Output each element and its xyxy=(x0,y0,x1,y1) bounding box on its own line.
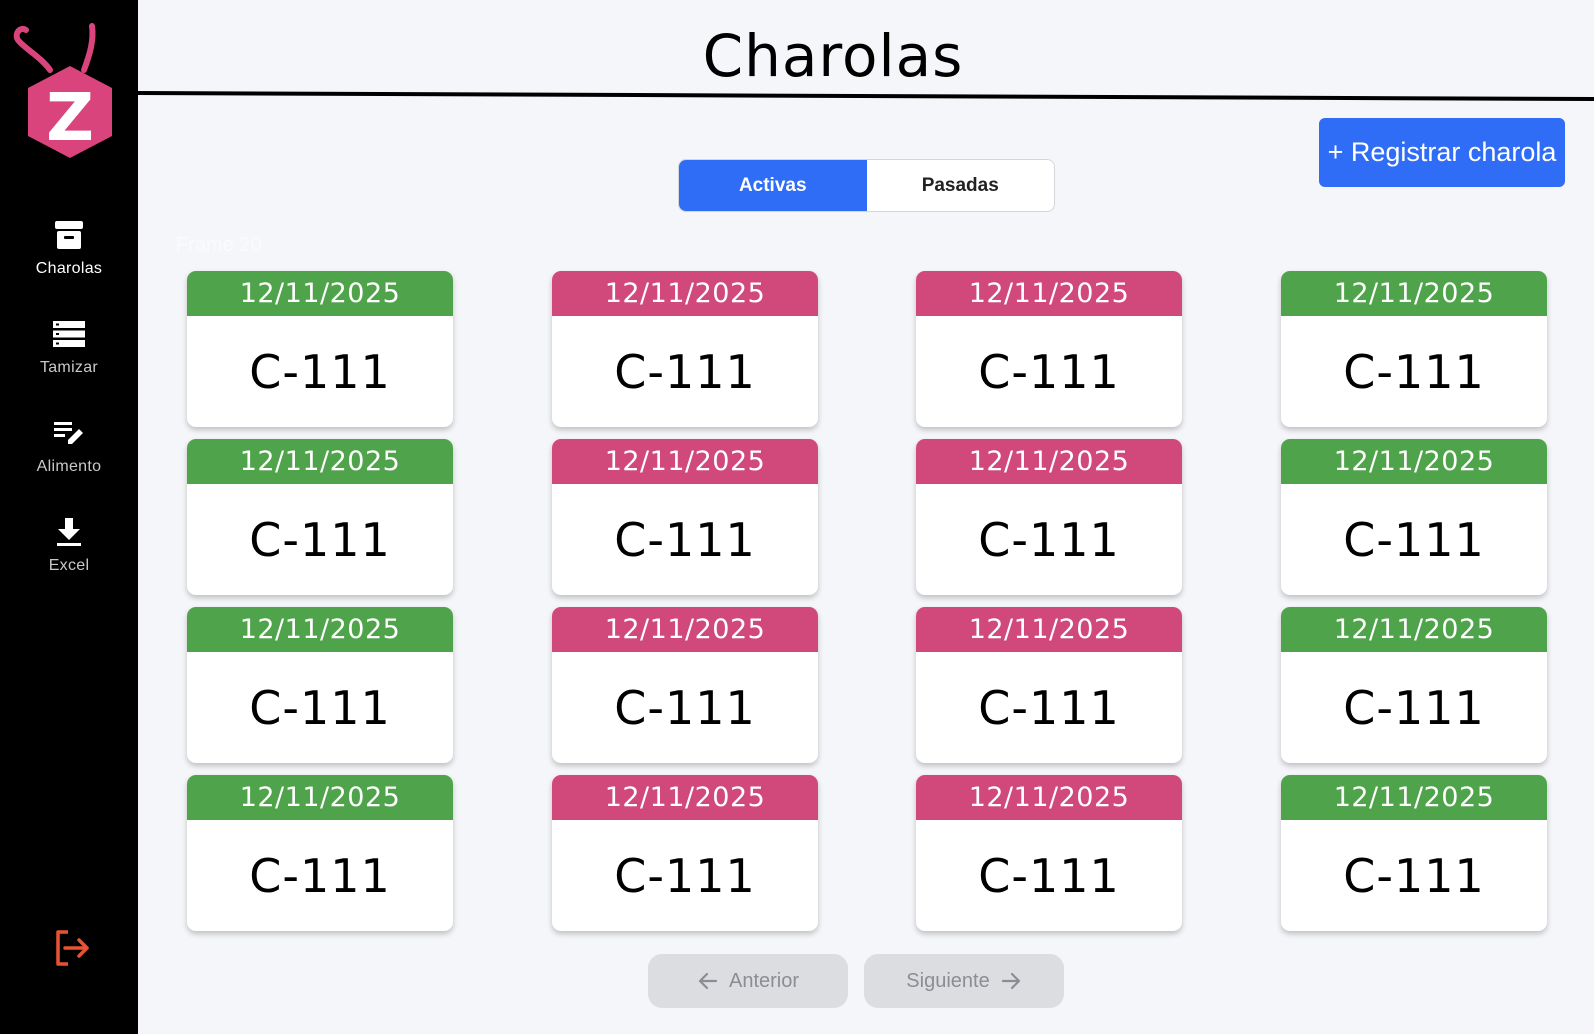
arrow-left-icon xyxy=(698,972,718,990)
card-date: 12/11/2025 xyxy=(187,271,453,316)
card-code: C-111 xyxy=(249,848,391,903)
charola-card[interactable]: 12/11/2025 C-111 xyxy=(552,607,818,763)
charola-card[interactable]: 12/11/2025 C-111 xyxy=(187,439,453,595)
charola-card[interactable]: 12/11/2025 C-111 xyxy=(187,775,453,931)
card-date: 12/11/2025 xyxy=(1281,775,1547,820)
charola-card[interactable]: 12/11/2025 C-111 xyxy=(552,439,818,595)
charola-card[interactable]: 12/11/2025 C-111 xyxy=(916,439,1182,595)
card-code: C-111 xyxy=(249,680,391,735)
card-date: 12/11/2025 xyxy=(552,775,818,820)
card-date: 12/11/2025 xyxy=(916,607,1182,652)
download-icon xyxy=(52,515,86,549)
sidebar: Z Charolas Tamizar Alimento Excel xyxy=(0,0,138,1034)
card-code: C-111 xyxy=(978,848,1120,903)
sidebar-item-excel[interactable]: Excel xyxy=(0,515,138,595)
archive-box-icon xyxy=(52,218,86,252)
card-code: C-111 xyxy=(1343,848,1485,903)
sidebar-item-alimento[interactable]: Alimento xyxy=(0,416,138,496)
card-date: 12/11/2025 xyxy=(552,271,818,316)
card-date: 12/11/2025 xyxy=(552,607,818,652)
title-divider xyxy=(138,91,1594,101)
charola-card[interactable]: 12/11/2025 C-111 xyxy=(1281,439,1547,595)
card-date: 12/11/2025 xyxy=(552,439,818,484)
card-date: 12/11/2025 xyxy=(1281,439,1547,484)
card-date: 12/11/2025 xyxy=(187,439,453,484)
card-code: C-111 xyxy=(249,512,391,567)
tab-activas[interactable]: Activas xyxy=(679,160,867,211)
page-title: Charolas xyxy=(702,22,964,90)
card-code: C-111 xyxy=(1343,512,1485,567)
sidebar-item-tamizar[interactable]: Tamizar xyxy=(0,317,138,397)
charola-card[interactable]: 12/11/2025 C-111 xyxy=(552,775,818,931)
register-charola-button[interactable]: + Registrar charola xyxy=(1319,118,1565,187)
next-page-button[interactable]: Siguiente xyxy=(864,954,1064,1008)
sidebar-item-label: Excel xyxy=(48,557,90,574)
card-date: 12/11/2025 xyxy=(916,775,1182,820)
charola-card[interactable]: 12/11/2025 C-111 xyxy=(916,271,1182,427)
card-code: C-111 xyxy=(614,344,756,399)
card-code: C-111 xyxy=(249,344,391,399)
arrow-right-icon xyxy=(1001,972,1020,990)
charola-card[interactable]: 12/11/2025 C-111 xyxy=(1281,775,1547,931)
sidebar-item-label: Charolas xyxy=(35,260,103,277)
card-date: 12/11/2025 xyxy=(916,439,1182,484)
status-tabs: Activas Pasadas xyxy=(678,159,1055,212)
previous-page-button[interactable]: Anterior xyxy=(648,954,848,1008)
sidebar-item-label: Tamizar xyxy=(39,359,99,376)
logo-icon: Z xyxy=(13,23,112,158)
logout-icon[interactable] xyxy=(52,928,92,968)
card-code: C-111 xyxy=(1343,680,1485,735)
card-code: C-111 xyxy=(978,680,1120,735)
edit-list-icon xyxy=(52,416,86,450)
card-date: 12/11/2025 xyxy=(1281,271,1547,316)
card-date: 12/11/2025 xyxy=(187,775,453,820)
frame-label: Frame 20 xyxy=(176,234,262,256)
charola-card[interactable]: 12/11/2025 C-111 xyxy=(916,775,1182,931)
card-code: C-111 xyxy=(1343,344,1485,399)
card-date: 12/11/2025 xyxy=(916,271,1182,316)
stacked-layers-icon xyxy=(52,317,86,351)
card-code: C-111 xyxy=(614,848,756,903)
card-date: 12/11/2025 xyxy=(187,607,453,652)
charola-card[interactable]: 12/11/2025 C-111 xyxy=(1281,607,1547,763)
card-code: C-111 xyxy=(614,680,756,735)
charola-card[interactable]: 12/11/2025 C-111 xyxy=(187,271,453,427)
card-date: 12/11/2025 xyxy=(1281,607,1547,652)
card-code: C-111 xyxy=(978,512,1120,567)
next-page-label: Siguiente xyxy=(906,969,990,992)
charola-card[interactable]: 12/11/2025 C-111 xyxy=(1281,271,1547,427)
charola-card[interactable]: 12/11/2025 C-111 xyxy=(916,607,1182,763)
charola-card[interactable]: 12/11/2025 C-111 xyxy=(187,607,453,763)
card-code: C-111 xyxy=(614,512,756,567)
tab-pasadas[interactable]: Pasadas xyxy=(867,160,1055,211)
previous-page-label: Anterior xyxy=(728,969,800,992)
card-code: C-111 xyxy=(978,344,1120,399)
sidebar-item-label: Alimento xyxy=(36,458,102,475)
logo-letter: Z xyxy=(46,79,94,156)
sidebar-item-charolas[interactable]: Charolas xyxy=(0,218,138,298)
charola-card[interactable]: 12/11/2025 C-111 xyxy=(552,271,818,427)
